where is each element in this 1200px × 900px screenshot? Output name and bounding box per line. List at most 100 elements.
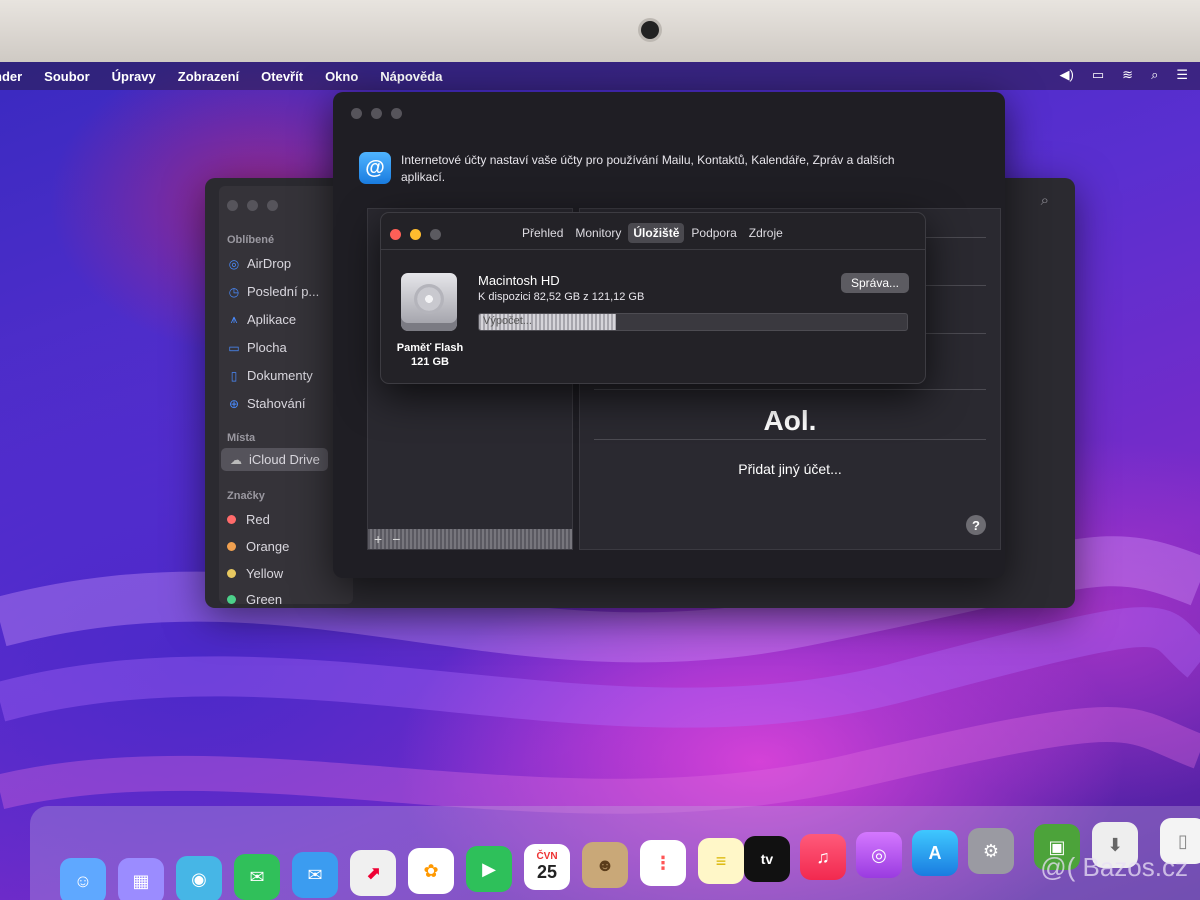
- sidebar-item-airdrop[interactable]: ◎ AirDrop: [227, 256, 291, 271]
- storage-usage-bar: Výpočet...: [478, 313, 908, 331]
- airdrop-icon: ◎: [228, 256, 240, 271]
- separator: [381, 249, 925, 250]
- tv-label: tv: [760, 851, 774, 867]
- menu-zobrazeni[interactable]: Zobrazení: [178, 69, 239, 84]
- sidebar-item-label: Aplikace: [247, 312, 297, 327]
- podcasts-dock-icon[interactable]: ◎: [856, 832, 902, 878]
- menu-app-name[interactable]: nder: [0, 69, 22, 84]
- disk-type-label: Paměť Flash 121 GB: [395, 341, 465, 369]
- zoom-button[interactable]: [267, 200, 278, 211]
- system-preferences-dock-icon[interactable]: ⚙: [968, 828, 1014, 874]
- sidebar-tag-green[interactable]: Green: [227, 592, 282, 607]
- music-dock-icon[interactable]: ♫: [800, 834, 846, 880]
- mail-dock-icon[interactable]: ✉: [292, 852, 338, 898]
- apple-tv-dock-icon[interactable]: tv: [744, 836, 790, 882]
- minimize-button[interactable]: [247, 200, 258, 211]
- tag-label: Green: [246, 592, 283, 607]
- sidebar-item-downloads[interactable]: ⊕ Stahování: [227, 396, 306, 411]
- menu-soubor[interactable]: Soubor: [44, 69, 90, 84]
- sidebar-item-desktop[interactable]: ▭ Plocha: [227, 340, 287, 355]
- menu-napoveda[interactable]: Nápověda: [380, 69, 442, 84]
- tag-dot-icon: [227, 595, 236, 604]
- sidebar-item-label: Plocha: [247, 340, 287, 355]
- tab-support[interactable]: Podpora: [686, 223, 741, 243]
- platter-shape: [414, 284, 444, 314]
- remove-account-button[interactable]: −: [392, 531, 400, 547]
- sidebar-item-recents[interactable]: ◷ Poslední p...: [227, 284, 320, 299]
- maps-dock-icon[interactable]: ⬈: [350, 850, 396, 896]
- zoom-button[interactable]: [391, 108, 402, 119]
- reminders-dock-icon[interactable]: ⋮: [640, 840, 686, 886]
- sidebar-tag-red[interactable]: Red: [227, 512, 270, 527]
- clock-icon: ◷: [228, 284, 240, 299]
- accounts-window-controls: [351, 108, 402, 119]
- sidebar-item-icloud-drive[interactable]: ☁ iCloud Drive: [221, 448, 328, 471]
- sidebar-tag-yellow[interactable]: Yellow: [227, 566, 283, 581]
- sidebar-item-label: iCloud Drive: [249, 452, 320, 467]
- facetime-dock-icon[interactable]: ▶: [466, 846, 512, 892]
- download-icon: ⊕: [228, 396, 240, 411]
- menu-otevrit[interactable]: Otevřít: [261, 69, 303, 84]
- close-button[interactable]: [227, 200, 238, 211]
- sidebar-header-favorites: Oblíbené: [227, 234, 275, 246]
- contacts-dock-icon[interactable]: ☻: [582, 842, 628, 888]
- disk-type-line: Paměť Flash: [396, 342, 464, 354]
- sidebar-item-label: Poslední p...: [247, 284, 320, 299]
- volume-icon[interactable]: ◀︎): [1060, 67, 1074, 83]
- minimize-button[interactable]: [410, 229, 421, 240]
- finder-window-controls: [227, 200, 278, 211]
- separator: [594, 389, 986, 390]
- close-button[interactable]: [390, 229, 401, 240]
- document-icon: ▯: [230, 368, 238, 383]
- disk-size-line: 121 GB: [411, 356, 449, 368]
- control-center-icon[interactable]: ☰: [1176, 67, 1188, 83]
- disk-name: Macintosh HD: [478, 273, 560, 288]
- tab-storage[interactable]: Úložiště: [628, 223, 685, 243]
- launchpad-dock-icon[interactable]: ▦: [118, 858, 164, 900]
- cloud-icon: ☁: [230, 452, 242, 467]
- battery-icon[interactable]: ▭: [1092, 67, 1104, 83]
- accounts-description: Internetové účty nastaví vaše účty pro p…: [401, 153, 895, 184]
- sidebar-item-label: AirDrop: [247, 256, 292, 271]
- at-sign-icon: @: [359, 152, 391, 184]
- tab-overview[interactable]: Přehled: [517, 223, 568, 243]
- accounts-list-toolbar: + −: [368, 529, 572, 549]
- menu-upravy[interactable]: Úpravy: [112, 69, 156, 84]
- sidebar-item-applications[interactable]: ⩚ Aplikace: [227, 312, 297, 327]
- menu-bar: nder Soubor Úpravy Zobrazení Otevřít Okn…: [0, 62, 1200, 90]
- calendar-dock-icon[interactable]: ČVN 25: [524, 844, 570, 890]
- desktop-icon: ▭: [228, 340, 240, 355]
- search-icon[interactable]: ⌕: [1151, 67, 1158, 83]
- minimize-button[interactable]: [371, 108, 382, 119]
- messages-dock-icon[interactable]: ✉: [234, 854, 280, 900]
- add-other-account-link[interactable]: Přidat jiný účet...: [580, 461, 1000, 477]
- menu-okno[interactable]: Okno: [325, 69, 358, 84]
- photos-dock-icon[interactable]: ✿: [408, 848, 454, 894]
- sidebar-item-documents[interactable]: ▯ Dokumenty: [227, 368, 313, 383]
- zoom-button[interactable]: [430, 229, 441, 240]
- storage-calculating-label: Výpočet...: [483, 315, 532, 327]
- dock: ☺ ▦ ◉ ✉ ✉ ⬈ ✿ ▶ ČVN 25 ☻ ⋮ ≡ tv ♫ ◎ A ⚙ …: [30, 806, 1200, 900]
- provider-aol[interactable]: Aol.: [580, 405, 1000, 437]
- calendar-month: ČVN: [536, 851, 558, 862]
- laptop-bezel: [0, 0, 1200, 62]
- sidebar-tag-orange[interactable]: Orange: [227, 539, 289, 554]
- status-area: ◀︎) ▭ ≋ ⌕ ☰: [1060, 67, 1188, 83]
- calendar-day: 25: [536, 862, 558, 882]
- finder-dock-icon[interactable]: ☺: [60, 858, 106, 900]
- disk-available: K dispozici 82,52 GB z 121,12 GB: [478, 291, 645, 303]
- close-button[interactable]: [351, 108, 362, 119]
- tab-resources[interactable]: Zdroje: [744, 223, 788, 243]
- wifi-icon[interactable]: ≋: [1122, 67, 1133, 83]
- finder-search-icon[interactable]: ⌕: [1041, 192, 1049, 209]
- watermark: @( Bazos.cz: [1040, 852, 1188, 882]
- tag-label: Orange: [246, 539, 290, 554]
- help-button[interactable]: ?: [966, 515, 986, 535]
- tab-displays[interactable]: Monitory: [570, 223, 626, 243]
- app-store-dock-icon[interactable]: A: [912, 830, 958, 876]
- add-account-button[interactable]: +: [374, 531, 382, 547]
- safari-dock-icon[interactable]: ◉: [176, 856, 222, 900]
- about-window-controls: [390, 229, 441, 240]
- manage-button[interactable]: Správa...: [840, 273, 909, 293]
- notes-dock-icon[interactable]: ≡: [698, 838, 744, 884]
